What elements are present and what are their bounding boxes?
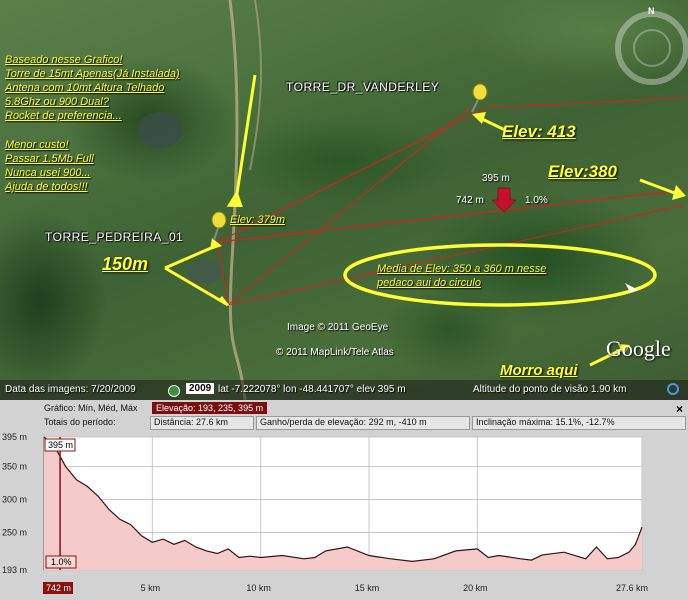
note-line: Baseado nesse Grafico! <box>5 54 123 66</box>
x-tick-label: 5 km <box>141 583 161 593</box>
arrowhead-150-up <box>210 238 222 250</box>
arrowhead-elev380 <box>672 185 686 200</box>
legend-label: Gráfico: Mín, Méd, Máx <box>44 403 138 413</box>
cost-line: Passar 1.5Mb Full <box>5 153 94 165</box>
y-tick-label: 250 m <box>2 527 27 537</box>
circle-note-2: pedaco aui do circulo <box>377 277 481 289</box>
x-tick-label: 27.6 km <box>616 583 648 593</box>
cost-line: Ajuda de todos!!! <box>5 181 88 193</box>
max-slope-box: Inclinação máxima: 15.1%, -12.7% <box>472 416 686 430</box>
profile-cursor-arrow-icon <box>491 187 517 213</box>
profile-header: Gráfico: Mín, Méd, Máx Elevação: 193, 23… <box>0 402 688 416</box>
google-logo: Google <box>606 336 671 361</box>
cursor-dist-readout: 742 m <box>456 195 484 206</box>
note-block: Baseado nesse Grafico! Torre de 15mt Ape… <box>5 53 180 123</box>
map-view[interactable]: N Baseado nesse Grafico! Torre de 15mt A… <box>0 0 688 400</box>
coords-readout: lat -7.222078° lon -48.441707° elev 395 … <box>218 384 406 395</box>
arrowhead-elev413 <box>472 112 486 124</box>
note-line: Rocket de preferencia... <box>5 110 122 122</box>
tower-pedreira-label[interactable]: TORRE_PEDREIRA_01 <box>45 230 183 244</box>
dist-150-label: 150m <box>102 254 149 274</box>
image-date: Data das imagens: 7/20/2009 <box>5 384 136 395</box>
elev-380-label: Elev:380 <box>548 162 617 181</box>
morro-label: Morro aqui <box>500 362 578 379</box>
arrow-to-tower <box>234 74 257 201</box>
x-tick-label: 20 km <box>463 583 488 593</box>
cost-line: Menor custo! <box>5 139 69 151</box>
pushpin-tower-pedreira-icon <box>211 211 227 241</box>
close-icon[interactable]: × <box>676 402 683 416</box>
cursor-elev-readout: 395 m <box>482 173 510 184</box>
note-line: Torre de 15mt Apenas(Já Instalada) <box>5 68 180 80</box>
note-line: 5.8Ghz ou 900 Dual? <box>5 96 109 108</box>
y-tick-label: 395 m <box>2 432 27 442</box>
path-line-dr-east <box>484 97 686 109</box>
distance-box: Distância: 27.6 km <box>150 416 254 430</box>
y-tick-label: 350 m <box>2 462 27 472</box>
eye-altitude: Altitude do ponto de visão 1.90 km <box>473 384 627 395</box>
credit-maplink: © 2011 MapLink/Tele Atlas <box>276 347 394 358</box>
elev-413-label: Elev: 413 <box>502 122 576 141</box>
compass-n-label: N <box>648 6 655 16</box>
distance-value: Distância: 27.6 km <box>154 417 229 427</box>
x-tick-label: 15 km <box>355 583 380 593</box>
tower-dr-label[interactable]: TORRE_DR_VANDERLEY <box>286 80 439 94</box>
x-tick-label: 10 km <box>246 583 271 593</box>
cost-block: Menor custo! Passar 1.5Mb Full Nunca use… <box>5 138 94 194</box>
elevation-chart[interactable]: 395 m 350 m 300 m 250 m 193 m 5 km 10 km 15 km 2… <box>0 430 688 600</box>
note-line: Antena com 10mt Altura Telhado <box>5 82 165 94</box>
dirt-road-2 <box>249 0 263 171</box>
gain-loss-value: Ganho/perda de elevação: 292 m, -410 m <box>260 417 427 427</box>
gain-loss-box: Ganho/perda de elevação: 292 m, -410 m <box>256 416 470 430</box>
year-badge[interactable]: 2009 <box>186 383 215 394</box>
credit-geoeye: Image © 2011 GeoEye <box>287 322 389 333</box>
path-line-main <box>217 189 686 243</box>
circle-note-1: Media de Elev: 350 a 360 m nesse <box>377 263 547 275</box>
max-slope-value: Inclinação máxima: 15.1%, -12.7% <box>476 417 615 427</box>
y-tick-label: 300 m <box>2 495 27 505</box>
loading-icon <box>667 383 679 395</box>
status-bar: Data das imagens: 7/20/2009 2009 lat -7.… <box>0 380 688 400</box>
totals-label: Totais do período: <box>44 417 116 427</box>
compass-icon <box>615 11 688 85</box>
cost-line: Nunca usei 900... <box>5 167 91 179</box>
elevation-stats-box[interactable]: Elevação: 193, 235, 395 m <box>152 402 268 414</box>
cursor-slope-readout: 1.0% <box>525 195 548 206</box>
cursor-value-label: 395 m <box>48 440 73 450</box>
cursor-slope-label: 1.0% <box>51 557 72 567</box>
elev-379-label: Elev: 379m <box>230 214 286 226</box>
cursor-x-label: 742 m <box>46 583 71 593</box>
pond-2 <box>187 260 223 284</box>
profile-totals: Totais do período: Distância: 27.6 km Ga… <box>0 416 688 430</box>
y-tick-label: 193 m <box>2 565 27 575</box>
history-icon[interactable] <box>168 385 180 397</box>
